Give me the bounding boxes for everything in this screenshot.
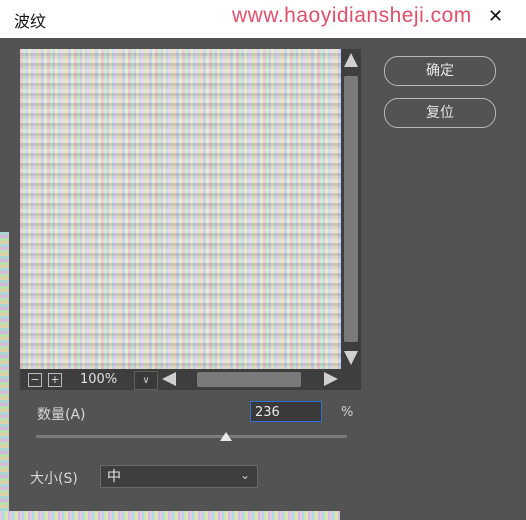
close-icon[interactable]: ✕ bbox=[488, 6, 503, 27]
size-label: 大小(S) bbox=[30, 471, 78, 487]
dialog-title: 波纹 bbox=[14, 12, 47, 31]
zoom-out-icon[interactable]: − bbox=[28, 373, 42, 387]
amount-slider-track[interactable] bbox=[36, 435, 347, 438]
background-canvas-strip bbox=[0, 232, 9, 520]
filter-preview[interactable] bbox=[20, 49, 341, 369]
size-select[interactable]: 中 bbox=[100, 465, 258, 488]
background-canvas-strip-bottom bbox=[0, 511, 340, 520]
chevron-down-icon: ⌄ bbox=[240, 468, 251, 482]
amount-unit: % bbox=[341, 405, 354, 420]
amount-slider-thumb[interactable] bbox=[219, 432, 232, 441]
scroll-left-arrow-icon[interactable] bbox=[162, 372, 176, 386]
scroll-down-arrow-icon[interactable] bbox=[344, 351, 358, 365]
scroll-up-arrow-icon[interactable] bbox=[344, 53, 358, 67]
ok-button[interactable]: 确定 bbox=[384, 56, 496, 86]
horizontal-scroll-thumb[interactable] bbox=[197, 372, 301, 387]
scroll-right-arrow-icon[interactable] bbox=[324, 372, 338, 386]
amount-input[interactable]: 236 bbox=[250, 401, 322, 422]
preview-toolbar bbox=[20, 369, 361, 390]
zoom-level: 100% bbox=[80, 372, 118, 387]
vertical-scroll-thumb[interactable] bbox=[344, 76, 358, 342]
reset-button[interactable]: 复位 bbox=[384, 98, 496, 128]
zoom-dropdown-icon[interactable]: ∨ bbox=[134, 371, 158, 390]
zoom-in-icon[interactable]: + bbox=[48, 373, 62, 387]
watermark-text: www.haoyidiansheji.com bbox=[232, 4, 472, 27]
amount-label: 数量(A) bbox=[37, 407, 86, 423]
